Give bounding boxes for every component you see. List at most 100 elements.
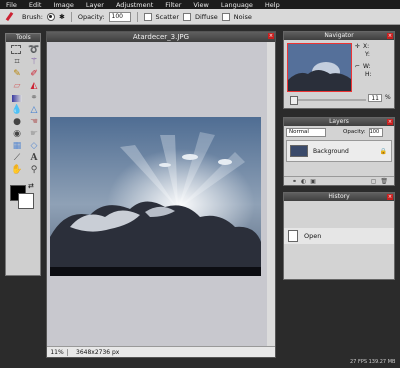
zoom-tool-icon[interactable]: ⚲ xyxy=(28,165,40,175)
document-window: Atardecer_3.JPG × 11% 3648x2736 px xyxy=(46,31,276,358)
layers-title-bar: Layers × xyxy=(284,118,394,126)
tool-grid: ➰ ⌗ ⚚ ✎ ✐ ▱ ◭ ⚭ 💧 △ ● ☚ ◉ ☛ ▦ ◇ ⟋ A ✋ ⚲ xyxy=(6,42,40,175)
zoom-unit: % xyxy=(385,94,391,101)
menu-layer[interactable]: Layer xyxy=(86,1,104,9)
blur-tool-icon[interactable]: 💧 xyxy=(11,105,23,115)
document-icon xyxy=(288,230,298,242)
background-color-swatch[interactable] xyxy=(18,193,34,209)
history-item-label: Open xyxy=(304,232,322,240)
close-layers-icon[interactable]: × xyxy=(387,119,393,125)
menu-language[interactable]: Language xyxy=(221,1,253,9)
menu-filter[interactable]: Filter xyxy=(165,1,181,9)
brush-tool-icon xyxy=(6,12,18,22)
clone-tool-icon[interactable]: ⚭ xyxy=(28,93,40,103)
menu-edit[interactable]: Edit xyxy=(29,1,42,9)
menu-view[interactable]: View xyxy=(193,1,208,9)
scatter-label: Scatter xyxy=(155,12,179,21)
gradient-tool-icon[interactable] xyxy=(11,93,23,103)
size-icon: ⌐ xyxy=(355,63,361,70)
options-toolbar: Brush: ✱ Opacity: 100 Scatter Diffuse No… xyxy=(0,9,400,25)
zoom-slider[interactable] xyxy=(290,96,366,105)
history-title: History xyxy=(328,193,350,200)
layer-row[interactable]: Background 🔒 xyxy=(286,140,392,162)
document-title-bar: Atardecer_3.JPG × xyxy=(47,32,275,42)
canvas-image[interactable] xyxy=(50,117,261,276)
layers-panel: Layers × Normal Opacity: 100 Background … xyxy=(283,117,395,186)
text-tool-icon[interactable]: A xyxy=(28,153,40,163)
brush-label: Brush: xyxy=(22,12,43,21)
layer-effects-icon[interactable]: ◐ xyxy=(301,178,306,185)
close-history-icon[interactable]: × xyxy=(387,194,393,200)
red-eye-tool-icon[interactable]: ◉ xyxy=(11,129,23,139)
lasso-tool-icon[interactable]: ➰ xyxy=(28,45,40,55)
swap-colors-icon[interactable]: ⇄ xyxy=(28,182,34,190)
noise-checkbox[interactable] xyxy=(221,12,230,21)
burn-tool-icon[interactable]: ☚ xyxy=(28,117,40,127)
close-navigator-icon[interactable]: × xyxy=(387,33,393,39)
sponge-tool-icon[interactable]: ▦ xyxy=(11,141,23,151)
layer-opacity-label: Opacity: xyxy=(343,129,366,135)
link-layers-icon[interactable]: ⚭ xyxy=(292,178,297,185)
navigator-title-bar: Navigator × xyxy=(284,32,394,40)
smudge-tool-icon[interactable]: ☛ xyxy=(28,129,40,139)
opacity-label: Opacity: xyxy=(77,12,105,21)
history-item[interactable]: Open xyxy=(284,228,394,244)
hand-tool-icon[interactable]: ✋ xyxy=(11,165,23,175)
navigator-panel: Navigator × ✛ X: Y: ⌐ W: H: 11 % xyxy=(283,31,395,109)
lock-icon: 🔒 xyxy=(379,147,387,155)
vertical-scrollbar[interactable] xyxy=(267,42,275,348)
menu-bar: File Edit Image Layer Adjustment Filter … xyxy=(0,0,400,9)
brush-tool-icon[interactable]: ✐ xyxy=(28,69,40,79)
menu-image[interactable]: Image xyxy=(53,1,73,9)
document-status-bar: 11% 3648x2736 px xyxy=(47,346,275,357)
x-label: X: xyxy=(363,43,370,50)
dodge-tool-icon[interactable]: ● xyxy=(11,117,23,127)
pencil-tool-icon[interactable]: ✎ xyxy=(11,69,23,79)
navigator-readout: ✛ X: Y: ⌐ W: H: xyxy=(355,43,372,79)
navigator-title: Navigator xyxy=(324,32,354,39)
layers-footer: ⚭ ◐ ▣ ▢ 🗑 xyxy=(284,176,394,185)
new-layer-icon[interactable]: ▢ xyxy=(371,178,377,185)
eyedropper-tool-icon[interactable]: ⟋ xyxy=(11,153,23,163)
image-dimensions: 3648x2736 px xyxy=(76,348,120,356)
layers-options: Normal Opacity: 100 xyxy=(284,126,394,138)
close-document-icon[interactable]: × xyxy=(268,33,274,39)
layer-name: Background xyxy=(313,147,349,155)
navigator-thumbnail[interactable] xyxy=(287,43,352,92)
sharpen-tool-icon[interactable]: △ xyxy=(28,105,40,115)
divider xyxy=(70,11,72,22)
eraser-tool-icon[interactable]: ▱ xyxy=(11,81,23,91)
navigator-zoom-input[interactable]: 11 xyxy=(368,94,382,102)
menu-adjustment[interactable]: Adjustment xyxy=(116,1,153,9)
document-title: Atardecer_3.JPG xyxy=(132,33,190,41)
noise-label: Noise xyxy=(233,12,252,21)
opacity-select[interactable]: 100 xyxy=(108,11,131,22)
fps-memory-readout: 27 FPS 139.27 MB xyxy=(350,359,396,365)
marquee-tool-icon[interactable] xyxy=(11,45,21,54)
zoom-slider-handle[interactable] xyxy=(290,96,298,105)
color-swatches: ⇄ xyxy=(6,179,40,209)
h-label: H: xyxy=(365,71,372,78)
diffuse-label: Diffuse xyxy=(195,12,218,21)
layer-opacity-input[interactable]: 100 xyxy=(368,127,383,137)
diffuse-checkbox[interactable] xyxy=(183,12,191,21)
crop-tool-icon[interactable]: ⌗ xyxy=(11,57,23,67)
zoom-readout[interactable]: 11% xyxy=(47,348,68,356)
history-title-bar: History × xyxy=(284,193,394,201)
magic-wand-tool-icon[interactable]: ⚚ xyxy=(28,57,40,67)
layer-mask-icon[interactable]: ▣ xyxy=(310,178,316,185)
bucket-tool-icon[interactable]: ◭ xyxy=(28,81,40,91)
layers-title: Layers xyxy=(329,118,349,125)
divider xyxy=(136,11,138,22)
tools-panel: Tools ➰ ⌗ ⚚ ✎ ✐ ▱ ◭ ⚭ 💧 △ ● ☚ ◉ ☛ ▦ ◇ ⟋ … xyxy=(5,33,41,276)
shape-tool-icon[interactable]: ◇ xyxy=(28,141,40,151)
scatter-checkbox[interactable] xyxy=(143,12,152,21)
layer-thumbnail xyxy=(290,145,308,157)
brush-preview-icon[interactable]: ✱ xyxy=(59,13,65,21)
menu-file[interactable]: File xyxy=(6,1,17,9)
delete-layer-icon[interactable]: 🗑 xyxy=(380,178,388,185)
history-panel: History × Open xyxy=(283,192,395,280)
blend-mode-select[interactable]: Normal xyxy=(286,127,326,137)
brush-size-radio[interactable] xyxy=(46,12,55,21)
menu-help[interactable]: Help xyxy=(265,1,280,9)
